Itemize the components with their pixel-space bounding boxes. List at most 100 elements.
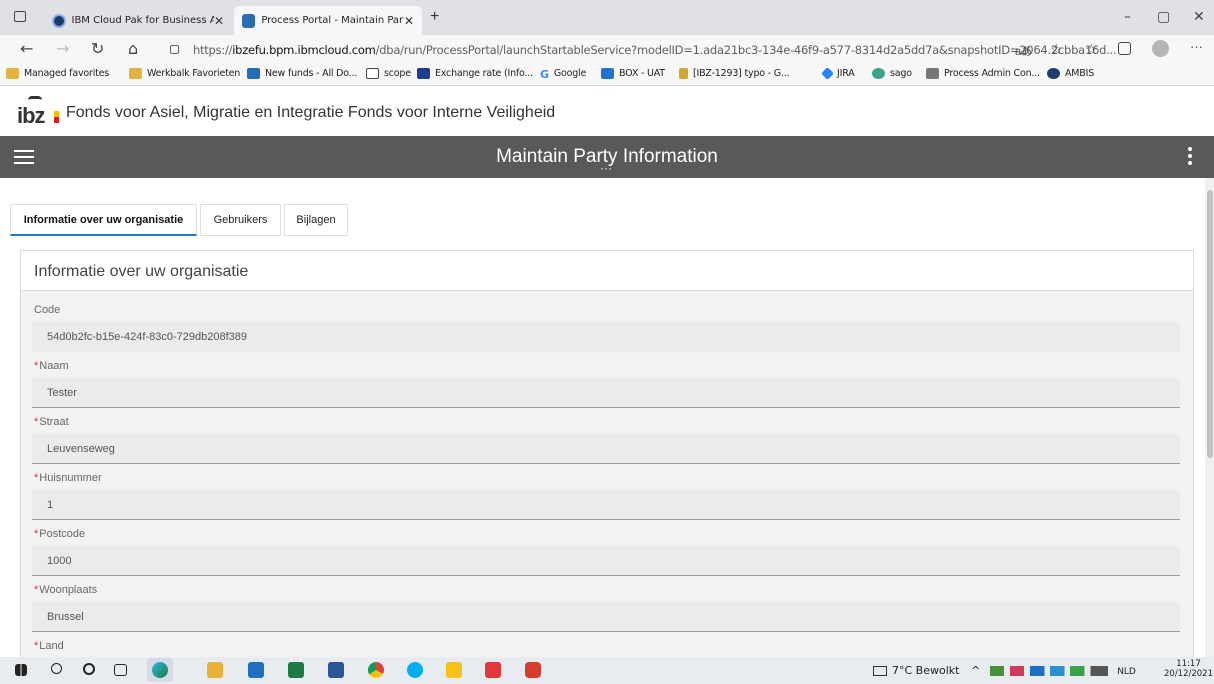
process-admin-icon <box>926 68 939 79</box>
folder-icon <box>6 68 19 79</box>
tray-apps-icon[interactable] <box>989 666 1108 676</box>
favorite-scope[interactable]: scope <box>366 68 411 79</box>
process-portal-icon <box>242 13 256 28</box>
close-window-button[interactable]: ✕ <box>1193 9 1205 25</box>
minimize-button[interactable]: – <box>1124 9 1131 25</box>
back-button[interactable]: ← <box>20 39 33 58</box>
browser-tab-process-portal[interactable]: Process Portal - Maintain Party In ✕ <box>234 6 422 35</box>
woonplaats-field[interactable]: Brussel <box>32 602 1180 632</box>
favorite-google[interactable]: G Google <box>540 68 586 81</box>
browser-tab-strip: IBM Cloud Pak for Business Auto ✕ Proces… <box>0 0 1214 35</box>
favorite-box[interactable]: BOX - UAT <box>601 68 665 79</box>
word-icon[interactable] <box>328 662 344 678</box>
favorites-icon[interactable]: ☆ <box>1085 41 1098 58</box>
folder-icon <box>129 68 142 79</box>
sago-icon <box>872 68 885 79</box>
taskbar-clock[interactable]: 11:17 20/12/2021 <box>1164 659 1213 679</box>
task-view-icon[interactable] <box>114 664 127 676</box>
browser-menu-icon[interactable]: ··· <box>1190 39 1203 54</box>
browser-tab-label: Process Portal - Maintain Party In <box>261 15 404 26</box>
ibm-cloud-icon <box>52 13 66 28</box>
required-marker: * <box>34 528 39 540</box>
cortana-icon[interactable] <box>83 663 95 675</box>
refresh-button[interactable]: ↻ <box>91 39 104 58</box>
title-more-icon[interactable]: ··· <box>600 162 612 174</box>
eu-flag-icon <box>417 68 430 79</box>
url-field[interactable]: https://ibzefu.bpm.ibmcloud.com/dba/run/… <box>193 43 1117 57</box>
field-label-woonplaats: *Woonplaats <box>34 584 98 596</box>
field-label-naam: *Naam <box>34 360 69 372</box>
address-bar: ← → ↻ ⌂ https://ibzefu.bpm.ibmcloud.com/… <box>0 35 1214 64</box>
scrollbar-thumb[interactable] <box>1207 190 1213 458</box>
app-red-icon[interactable] <box>485 662 501 678</box>
skype-icon[interactable] <box>407 662 423 678</box>
favorite-exchange-rate[interactable]: Exchange rate (Info... <box>417 68 533 79</box>
favorite-process-admin[interactable]: Process Admin Con... <box>926 68 1040 79</box>
excel-icon[interactable] <box>288 662 304 678</box>
ibz-logo: ibz <box>17 96 59 129</box>
favorite-new-funds[interactable]: New funds - All Do... <box>247 68 357 79</box>
tab-informatie[interactable]: Informatie over uw organisatie <box>10 204 197 236</box>
chrome-icon[interactable] <box>368 662 384 678</box>
browser-tab-ibm-cloud[interactable]: IBM Cloud Pak for Business Auto ✕ <box>44 6 232 35</box>
collections-icon[interactable] <box>1118 42 1131 55</box>
chevron-up-icon[interactable]: ^ <box>971 664 980 677</box>
page-icon <box>366 68 379 79</box>
logo-flag-icon <box>54 111 59 123</box>
lock-icon <box>170 45 179 54</box>
brand-title: Fonds voor Asiel, Migratie en Integratie… <box>66 104 556 121</box>
huisnummer-field[interactable]: 1 <box>32 490 1180 520</box>
required-marker: * <box>34 472 39 484</box>
field-label-straat: *Straat <box>34 416 69 428</box>
edge-icon[interactable] <box>147 658 173 682</box>
required-marker: * <box>34 584 39 596</box>
url-host: ibzefu.bpm.ibmcloud.com <box>232 43 376 57</box>
sticky-notes-icon[interactable] <box>446 662 462 678</box>
search-icon[interactable] <box>51 663 62 674</box>
box-icon <box>601 68 614 79</box>
favorite-sago[interactable]: sago <box>872 68 912 79</box>
home-button[interactable]: ⌂ <box>128 39 138 58</box>
naam-field[interactable]: Tester <box>32 378 1180 408</box>
favorite-jira[interactable]: JIRA <box>821 67 855 80</box>
tab-bijlagen[interactable]: Bijlagen <box>284 204 348 236</box>
app-shield-icon[interactable] <box>525 662 541 678</box>
code-field: 54d0b2fc-b15e-424f-83c0-729db208f389 <box>32 322 1180 352</box>
system-tray: 7°C Bewolkt ^ NLD <box>873 664 1136 677</box>
favorite-managed[interactable]: Managed favorites <box>6 68 109 79</box>
straat-field[interactable]: Leuvenseweg <box>32 434 1180 464</box>
favorite-werkbalk[interactable]: Werkbalk Favorieten <box>129 68 240 79</box>
browser-tab-label: IBM Cloud Pak for Business Auto <box>71 15 214 26</box>
google-icon: G <box>540 68 549 81</box>
windows-start-icon[interactable] <box>15 664 27 676</box>
close-tab-icon[interactable]: ✕ <box>214 14 224 28</box>
weather-icon <box>873 666 887 676</box>
tab-gebruikers[interactable]: Gebruikers <box>200 204 281 236</box>
outlook-icon[interactable] <box>248 662 264 678</box>
profile-avatar[interactable] <box>1152 40 1169 57</box>
clock-time: 11:17 <box>1176 659 1201 669</box>
jira-icon <box>821 67 834 80</box>
forward-button[interactable]: → <box>56 39 69 58</box>
sharepoint-icon <box>247 68 260 79</box>
favorite-ambis[interactable]: AMBIS <box>1047 68 1094 79</box>
required-marker: * <box>34 640 39 652</box>
new-tab-button[interactable]: + <box>430 8 439 26</box>
language-indicator[interactable]: NLD <box>1117 667 1136 677</box>
field-label-land: *Land <box>34 640 64 652</box>
weather-text[interactable]: 7°C Bewolkt <box>892 664 959 677</box>
tab-actions-icon[interactable] <box>14 11 26 22</box>
file-explorer-icon[interactable] <box>207 662 223 678</box>
read-aloud-icon[interactable]: aあ <box>1015 43 1032 59</box>
field-label-huisnummer: *Huisnummer <box>34 472 102 484</box>
clock-date: 20/12/2021 <box>1164 669 1213 679</box>
restore-button[interactable]: ▢ <box>1157 9 1170 25</box>
logo-roof-icon <box>28 96 42 102</box>
favorite-ibz-1293[interactable]: [IBZ-1293] typo - G... <box>679 68 790 79</box>
postcode-field[interactable]: 1000 <box>32 546 1180 576</box>
close-tab-icon[interactable]: ✕ <box>404 14 414 28</box>
field-label-postcode: *Postcode <box>34 528 86 540</box>
required-marker: * <box>34 360 39 372</box>
field-label-code: Code <box>34 304 61 316</box>
add-favorite-icon[interactable]: ☆ <box>1050 41 1063 58</box>
